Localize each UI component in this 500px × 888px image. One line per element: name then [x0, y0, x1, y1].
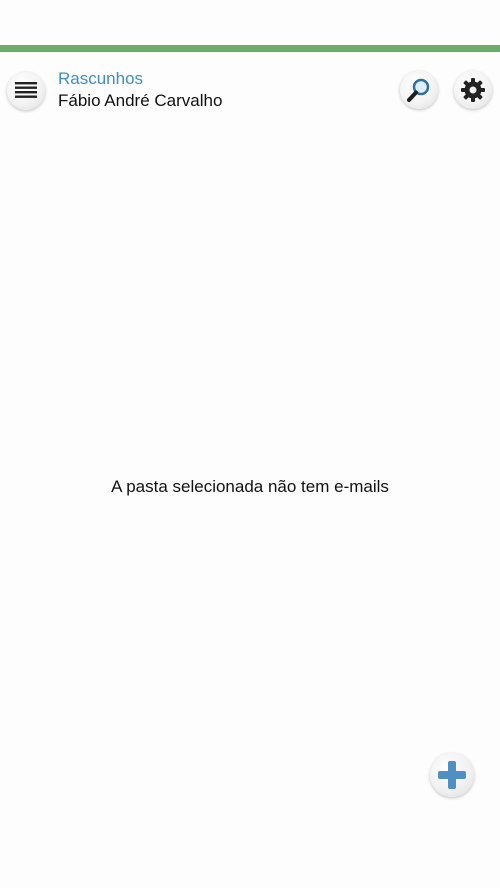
- compose-button[interactable]: [430, 753, 474, 797]
- plus-icon: [438, 761, 466, 789]
- settings-button[interactable]: [454, 71, 492, 109]
- mail-screen: Rascunhos Fábio André Carvalho A pasta s…: [0, 0, 500, 888]
- menu-icon: [15, 82, 37, 98]
- empty-folder-message: A pasta selecionada não tem e-mails: [111, 477, 389, 496]
- gear-icon: [461, 78, 485, 102]
- search-icon: [407, 78, 430, 102]
- menu-button[interactable]: [7, 72, 45, 110]
- folder-title: Rascunhos: [58, 69, 144, 88]
- header: Rascunhos Fábio André Carvalho: [0, 60, 500, 124]
- search-button[interactable]: [400, 71, 438, 109]
- header-titles: Rascunhos Fábio André Carvalho: [58, 68, 222, 112]
- account-name: Fábio André Carvalho: [58, 91, 223, 110]
- top-accent-bar: [0, 45, 500, 52]
